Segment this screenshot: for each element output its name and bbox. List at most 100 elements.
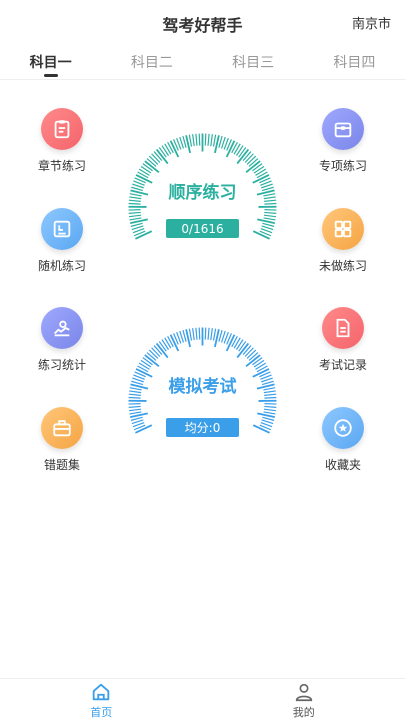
nav-home[interactable]: 首页 [0,679,203,720]
gauge-tick [198,327,201,340]
tab-subject-1[interactable]: 科目一 [0,44,101,79]
gauge-tick [264,202,277,205]
random-icon [53,220,71,238]
home-icon [93,683,110,701]
gauge-tick [130,222,143,227]
gauge-tick [188,328,193,341]
gauge-tick [210,134,213,147]
gauge-tick [129,390,142,394]
sequence-practice-title: 顺序练习 [169,182,237,203]
circle-bg [322,407,364,449]
exam-record-button[interactable]: 考试记录 [303,307,383,373]
gauge-tick [140,359,152,368]
tab-subject-4[interactable]: 科目四 [304,44,405,79]
gauge-tick [129,411,142,415]
clipboard-icon [54,120,70,139]
gauge-tick [212,328,217,341]
circle-bg [322,208,364,250]
toolbox-icon [53,420,71,437]
gauge-tick [128,202,141,205]
gauge-tick [212,134,217,147]
undone-practice-button[interactable]: 未做练习 [303,208,383,274]
person-icon [295,683,312,702]
gauge-tick [195,133,198,146]
gauge-tick [131,186,144,192]
gauge-tick [151,347,161,357]
gauge-tick [210,328,213,341]
gauge-tick [128,408,142,412]
gauge-tick [195,327,198,340]
chapter-practice-button[interactable]: 章节练习 [22,108,102,174]
gauge-tick [264,393,277,396]
practice-stats-button[interactable]: 练习统计 [22,307,102,373]
gauge-tick [129,217,142,221]
gauge-tick [263,196,276,200]
gauge-tick [204,327,207,340]
gauge-tick [182,329,187,342]
gauge-tick [207,133,210,146]
app-title: 驾考好帮手 [162,16,243,35]
gauge-tick [263,408,277,412]
gauge-tick [263,193,276,197]
circle-bg [41,407,83,449]
circle-bg [41,307,83,349]
gauge-tick [128,393,141,396]
random-practice-button[interactable]: 随机练习 [22,208,102,274]
gauge-tick [238,147,247,158]
sequence-practice-gauge[interactable]: 顺序练习 0/1616 [125,130,280,245]
undone-practice-label: 未做练习 [318,259,367,273]
gauge-tick [261,186,274,192]
gauge-tick [218,135,223,148]
tab-subject-2[interactable]: 科目二 [101,44,202,79]
gauge-tick [129,193,142,197]
gauge-tick [192,328,195,341]
box-icon [334,122,352,138]
wrong-questions-button[interactable]: 错题集 [22,407,102,473]
document-icon [336,318,350,338]
gauge-tick [192,134,195,147]
special-practice-label: 专项练习 [318,159,367,173]
gauge-tick [128,211,141,214]
gauge-tick [161,339,170,350]
circle-bg [41,108,83,150]
star-icon [334,419,352,437]
header: 驾考好帮手 南京市 [0,0,405,40]
gauge-tick [244,153,254,163]
gauge-tick [128,405,141,408]
wrong-questions-label: 错题集 [43,458,80,472]
gauge-tick [263,217,276,221]
gauge-tick [140,165,152,174]
chapter-practice-label: 章节练习 [37,159,86,173]
mock-exam-title: 模拟考试 [169,376,237,397]
mock-exam-gauge[interactable]: 模拟考试 均分:0 [125,324,280,439]
tab-subject-3[interactable]: 科目三 [203,44,304,79]
gauge-tick [246,155,257,165]
grid-icon [334,220,352,238]
gauge-tick [235,145,244,156]
nav-profile[interactable]: 我的 [203,679,405,720]
gauge-tick [263,387,276,391]
gauge-tick [158,341,167,352]
gauge-tick [161,145,170,156]
circle-bg [322,307,364,349]
sequence-gauge-dial: 顺序练习 0/1616 [128,133,277,240]
special-practice-button[interactable]: 专项练习 [303,108,383,174]
gauge-tick [263,390,276,394]
city-selector[interactable]: 南京市 [352,13,391,32]
gauge-tick [130,416,143,421]
bottom-nav: 首页 我的 [0,678,405,720]
gauge-tick [264,211,277,214]
sequence-progress-text: 0/1616 [181,222,223,236]
gauge-tick [188,134,193,147]
favorites-label: 收藏夹 [324,458,361,472]
stats-icon [54,320,70,337]
nav-profile-label: 我的 [292,706,315,719]
favorites-button[interactable]: 收藏夹 [303,407,383,473]
gauge-tick [218,329,223,342]
gauge-tick [262,222,275,227]
exam-record-label: 考试记录 [318,358,367,372]
gauge-tick [142,357,153,366]
gauge-tick [158,147,167,158]
gauge-tick [246,349,257,359]
gauge-tick [235,339,244,350]
